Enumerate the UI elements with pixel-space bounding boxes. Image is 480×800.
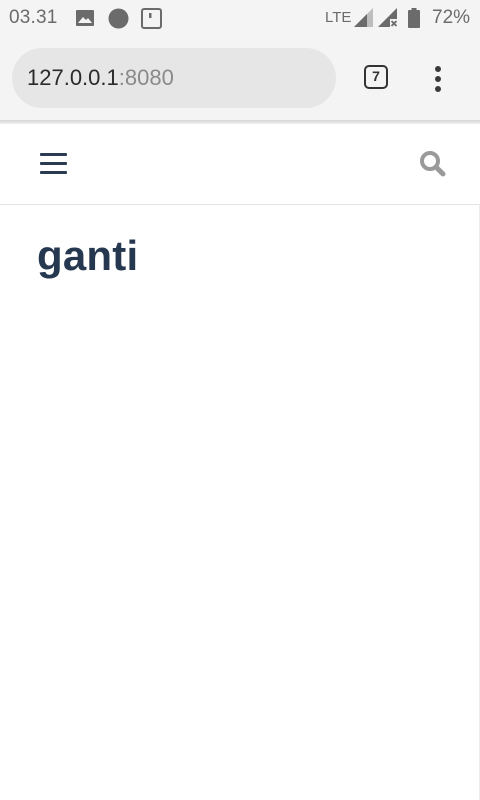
signal-icon [354, 8, 374, 33]
url-text: 127.0.0.1:8080 [27, 65, 174, 91]
battery-percentage: 72% [432, 7, 471, 28]
screen: 03.31 LTE 72% 127.0.0.1:8080 7 ganti [0, 0, 480, 800]
main-content: ganti [0, 205, 480, 800]
more-vert-icon[interactable] [426, 66, 450, 92]
network-type: LTE [325, 9, 352, 26]
url-port: :8080 [118, 65, 174, 90]
page-title: ganti [37, 232, 139, 279]
tab-switcher-button[interactable]: 7 [364, 65, 388, 89]
signal-no-data-icon [378, 8, 398, 33]
circle-icon [108, 8, 129, 34]
site-header [0, 124, 480, 205]
hamburger-menu-icon[interactable] [40, 153, 68, 175]
address-bar[interactable]: 127.0.0.1:8080 [12, 48, 336, 108]
search-icon[interactable] [418, 149, 448, 179]
sim-icon [141, 8, 162, 34]
image-icon [76, 10, 94, 31]
status-bar: 03.31 LTE 72% [0, 0, 480, 36]
url-host: 127.0.0.1 [27, 65, 119, 90]
status-time: 03.31 [9, 7, 58, 28]
battery-icon [408, 8, 420, 33]
browser-toolbar: 127.0.0.1:8080 7 [0, 36, 480, 120]
